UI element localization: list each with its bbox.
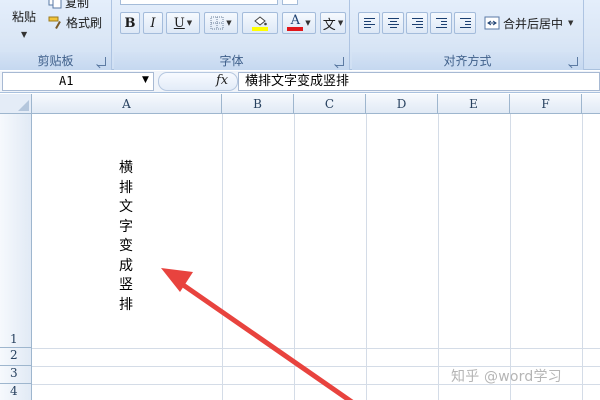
- ribbon: 粘贴 ▼ 复制 格式刷 剪贴板 B I U ▼ ▼ A ▼ 文 ▼ 字体 合并后…: [0, 0, 600, 70]
- underline-glyph: U: [173, 15, 185, 31]
- italic-button[interactable]: I: [143, 12, 163, 34]
- copy-label: 复制: [65, 0, 90, 10]
- gridline: [222, 114, 223, 400]
- font-color-dropdown-icon[interactable]: ▼: [305, 19, 310, 27]
- alignment-group: 合并后居中 ▼ 对齐方式: [352, 0, 584, 70]
- column-header-d[interactable]: D: [366, 94, 438, 114]
- font-name-box[interactable]: [120, 0, 278, 5]
- row-header-4[interactable]: 4: [0, 384, 32, 400]
- font-color-button[interactable]: A ▼: [282, 12, 316, 34]
- font-group-label: 字体: [114, 52, 349, 70]
- format-painter-button[interactable]: 格式刷: [48, 13, 102, 31]
- fill-color-swatch: [252, 26, 268, 31]
- paste-dropdown-icon[interactable]: ▼: [21, 30, 27, 39]
- merge-center-button[interactable]: 合并后居中 ▼: [482, 12, 580, 34]
- font-dialog-launcher-icon[interactable]: [335, 57, 344, 66]
- fill-bucket-icon: [254, 15, 267, 26]
- font-color-glyph: A: [290, 13, 300, 28]
- paste-button[interactable]: 粘贴 ▼: [4, 2, 44, 48]
- font-size-box[interactable]: [282, 0, 298, 5]
- font-color-swatch: [287, 27, 304, 31]
- decrease-indent-button[interactable]: [430, 12, 452, 34]
- border-button[interactable]: ▼: [204, 12, 238, 34]
- column-header-a[interactable]: A: [32, 94, 222, 114]
- watermark: 知乎 @word学习: [451, 369, 562, 385]
- row-header-2[interactable]: 2: [0, 348, 32, 366]
- column-header-next[interactable]: [582, 94, 600, 114]
- underline-button[interactable]: U ▼: [166, 12, 200, 34]
- alignment-group-label: 对齐方式: [352, 52, 583, 70]
- align-right-button[interactable]: [406, 12, 428, 34]
- merge-cells-icon: [484, 16, 500, 30]
- column-header-c[interactable]: C: [294, 94, 366, 114]
- copy-button[interactable]: 复制: [48, 0, 89, 10]
- fill-color-button[interactable]: [242, 12, 278, 34]
- clipboard-group-label: 剪贴板: [0, 52, 111, 70]
- font-color-glyph-wrap: A: [287, 13, 304, 31]
- gridline: [32, 348, 600, 349]
- format-painter-label: 格式刷: [66, 15, 103, 30]
- align-center-button[interactable]: [382, 12, 404, 34]
- gridline: [510, 114, 511, 400]
- cell-a1[interactable]: 横排文字变成竖排: [32, 114, 222, 348]
- cell-a1-text: 横排文字变成竖排: [119, 160, 133, 313]
- underline-dropdown-icon[interactable]: ▼: [187, 19, 192, 27]
- gridline: [366, 114, 367, 400]
- clipboard-group: 粘贴 ▼ 复制 格式刷 剪贴板: [0, 0, 112, 70]
- border-icon: [210, 16, 224, 30]
- paste-label: 粘贴: [11, 10, 36, 24]
- worksheet-grid: A B C D E F 1 2 3 4 横排文字变成竖排: [0, 94, 600, 400]
- select-all-corner[interactable]: [0, 94, 32, 114]
- alignment-dialog-launcher-icon[interactable]: [569, 57, 578, 66]
- formula-bar: A1 ▼ fx 横排文字变成竖排: [0, 71, 600, 93]
- clipboard-dialog-launcher-icon[interactable]: [97, 57, 106, 66]
- name-box-dropdown-icon[interactable]: ▼: [142, 75, 149, 85]
- format-painter-icon: [48, 16, 61, 29]
- phonetic-guide-button[interactable]: 文 ▼: [320, 12, 346, 34]
- merge-dropdown-icon[interactable]: ▼: [568, 19, 573, 27]
- gridline: [582, 114, 583, 400]
- align-left-button[interactable]: [358, 12, 380, 34]
- gridline: [294, 114, 295, 400]
- row-header-3[interactable]: 3: [0, 366, 32, 384]
- row-header-1[interactable]: 1: [0, 114, 32, 348]
- font-group: B I U ▼ ▼ A ▼ 文 ▼ 字体: [114, 0, 350, 70]
- copy-icon: [48, 0, 62, 9]
- column-header-e[interactable]: E: [438, 94, 510, 114]
- merge-center-label: 合并后居中: [503, 16, 564, 31]
- gridline: [438, 114, 439, 400]
- formula-input[interactable]: 横排文字变成竖排: [238, 72, 600, 91]
- name-box[interactable]: A1: [2, 72, 154, 91]
- phonetic-glyph: 文: [322, 17, 336, 33]
- column-header-f[interactable]: F: [510, 94, 582, 114]
- border-dropdown-icon[interactable]: ▼: [226, 19, 231, 27]
- insert-function-icon[interactable]: fx: [216, 73, 228, 88]
- increase-indent-button[interactable]: [454, 12, 476, 34]
- bold-button[interactable]: B: [120, 12, 140, 34]
- phonetic-dropdown-icon[interactable]: ▼: [338, 19, 343, 27]
- column-header-b[interactable]: B: [222, 94, 294, 114]
